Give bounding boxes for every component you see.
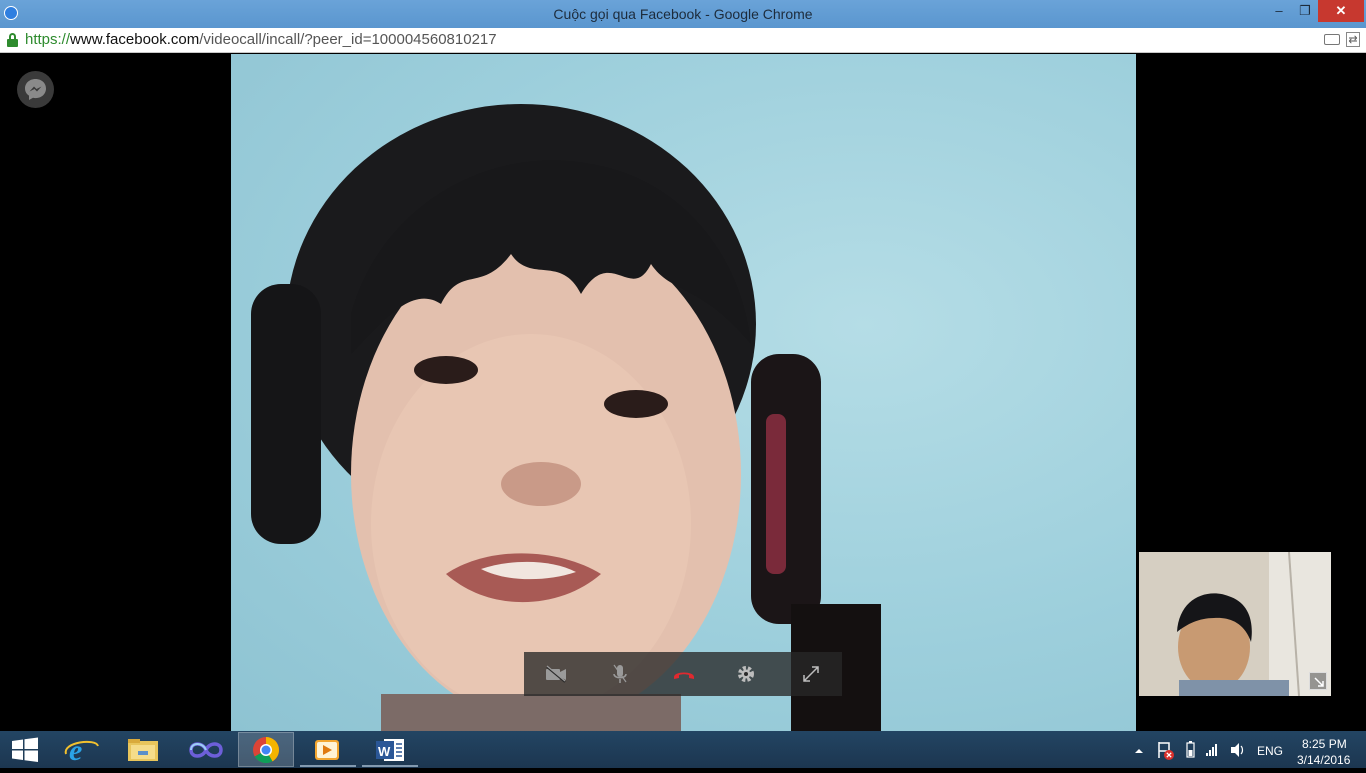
camera-off-icon [546, 665, 566, 683]
taskbar-file-explorer[interactable] [116, 732, 172, 767]
taskbar-app-infinity[interactable] [178, 732, 234, 767]
gear-icon [738, 666, 754, 682]
remote-video [231, 54, 1136, 731]
self-video-preview[interactable] [1139, 552, 1331, 696]
flag-error-icon [1158, 742, 1174, 760]
infinity-app-icon [189, 742, 223, 758]
folder-icon [128, 739, 158, 761]
start-button[interactable] [0, 732, 56, 767]
self-video-frame [1139, 552, 1331, 696]
minimize-button[interactable]: – [1266, 0, 1292, 22]
show-hidden-icons-button[interactable] [1132, 731, 1146, 768]
signal-bars-icon [1206, 744, 1217, 756]
clock-date[interactable]: 3/14/2016 [1297, 753, 1350, 767]
internet-explorer-icon: e [64, 734, 99, 767]
messenger-icon[interactable] [17, 71, 54, 108]
maximize-button[interactable]: ❐ [1292, 0, 1318, 22]
camera-off-button[interactable] [541, 660, 571, 688]
url-text[interactable]: https://www.facebook.com/videocall/incal… [25, 31, 497, 48]
media-player-icon [315, 740, 339, 760]
fullscreen-button[interactable] [796, 660, 826, 688]
settings-button[interactable] [731, 660, 761, 688]
end-call-button[interactable] [669, 660, 699, 688]
call-controls-bar [524, 652, 842, 696]
camera-permission-icon[interactable] [1324, 34, 1340, 45]
close-button[interactable]: ✕ [1318, 0, 1364, 22]
taskbar-media-player[interactable] [300, 732, 356, 767]
svg-text:W: W [378, 744, 391, 759]
taskbar-google-chrome[interactable] [238, 732, 294, 767]
microphone-button[interactable] [605, 660, 635, 688]
taskbar-microsoft-word[interactable]: W [362, 732, 418, 767]
address-bar[interactable]: https://www.facebook.com/videocall/incal… [0, 28, 1366, 53]
url-scheme: https:// [25, 31, 71, 48]
volume-button[interactable] [1228, 731, 1248, 768]
window-title: Cuộc gọi qua Facebook - Google Chrome [553, 6, 813, 22]
battery-icon [1186, 741, 1195, 758]
remote-video-frame [251, 104, 881, 731]
word-icon: W [376, 739, 404, 761]
chevron-up-icon [1135, 749, 1143, 753]
url-path: /videocall/incall/?peer_id=1000045608102… [199, 31, 497, 48]
svg-text:e: e [69, 734, 82, 767]
chrome-icon [253, 737, 280, 764]
expand-self-view-icon[interactable] [1309, 672, 1327, 690]
url-host: www.facebook.com [70, 31, 200, 48]
speaker-icon [1231, 743, 1244, 757]
network-button[interactable] [1203, 731, 1223, 768]
microphone-icon [613, 664, 627, 683]
fullscreen-icon [803, 666, 819, 682]
video-call-area [0, 54, 1366, 731]
window-titlebar: Cuộc gọi qua Facebook - Google Chrome – … [0, 0, 1366, 28]
input-language[interactable]: ENG [1257, 744, 1283, 758]
hang-up-icon [674, 672, 694, 679]
clock-time[interactable]: 8:25 PM [1302, 737, 1347, 751]
windows-taskbar: e W ENG 8:25 PM 3/14/2016 [0, 731, 1366, 768]
action-center-button[interactable] [1154, 731, 1176, 768]
taskbar-internet-explorer[interactable]: e [54, 732, 110, 767]
lock-icon[interactable] [7, 33, 18, 47]
translate-icon[interactable]: ⇄ [1346, 32, 1360, 47]
battery-button[interactable] [1182, 731, 1198, 768]
windows-logo-icon [12, 737, 38, 762]
